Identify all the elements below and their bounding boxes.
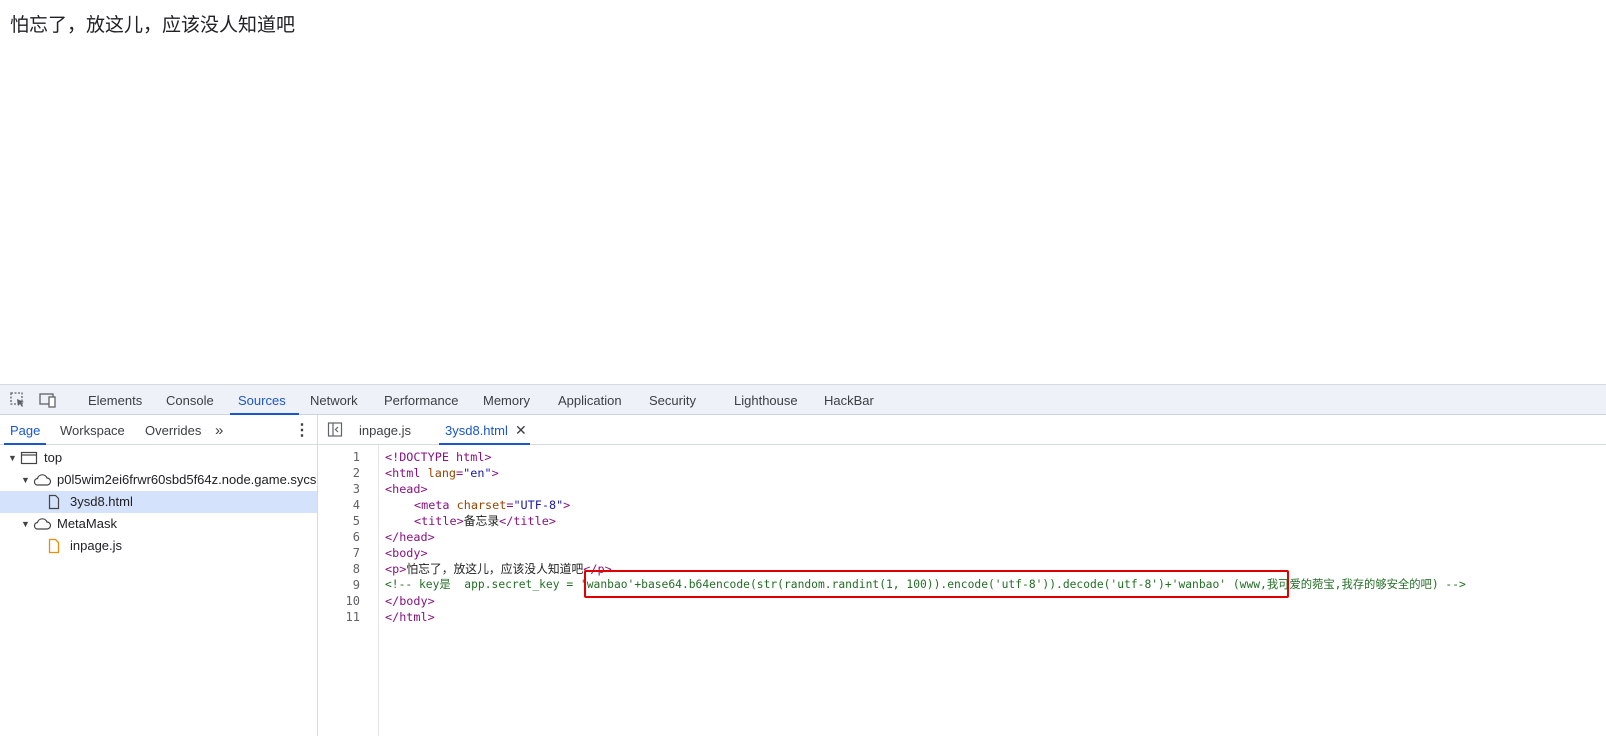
- tab-elements[interactable]: Elements: [88, 385, 142, 414]
- tab-network[interactable]: Network: [310, 385, 358, 414]
- code-line-1[interactable]: <!DOCTYPE html>: [385, 449, 492, 465]
- tab-overrides[interactable]: Overrides: [145, 415, 201, 444]
- cloud-icon: [32, 516, 52, 535]
- line-number: 2: [352, 466, 360, 480]
- code-line-11[interactable]: </html>: [385, 609, 435, 625]
- code-line-3[interactable]: <head>: [385, 481, 428, 497]
- navigator-tabs: Page Workspace Overrides » ⋮: [0, 415, 317, 445]
- devtools-toolbar: Elements Console Sources Network Perform…: [0, 385, 1606, 415]
- sources-navigator: Page Workspace Overrides » ⋮ ▼ top ▼ p0l…: [0, 415, 318, 736]
- editor-tab-3ysd8-html[interactable]: 3ysd8.html: [439, 415, 530, 445]
- tab-sources[interactable]: Sources: [230, 385, 299, 415]
- line-number: 6: [352, 530, 360, 544]
- code-line-2[interactable]: <html lang="en">: [385, 465, 499, 481]
- line-number: 4: [352, 498, 360, 512]
- tree-item-label: top: [44, 450, 63, 465]
- code-line-5[interactable]: <title>备忘录</title>: [414, 513, 556, 529]
- code-line-8[interactable]: <p>怕忘了，放这儿，应该没人知道吧</p>: [385, 561, 612, 577]
- tree-item-label: MetaMask: [57, 516, 117, 531]
- tree-item-label: inpage.js: [70, 538, 123, 553]
- more-options-icon[interactable]: ⋮: [294, 415, 310, 444]
- line-number: 8: [352, 562, 360, 576]
- line-number: 10: [345, 594, 360, 608]
- tab-performance[interactable]: Performance: [384, 385, 458, 414]
- tree-item-label: 3ysd8.html: [70, 494, 133, 509]
- tab-console[interactable]: Console: [166, 385, 214, 414]
- tab-memory[interactable]: Memory: [483, 385, 530, 414]
- line-number: 5: [352, 514, 360, 528]
- code-line-6[interactable]: </head>: [385, 529, 435, 545]
- red-highlight-annotation: [584, 570, 1289, 598]
- code-line-10[interactable]: </body>: [385, 593, 435, 609]
- device-toolbar-icon[interactable]: [38, 391, 56, 409]
- cloud-icon: [32, 472, 52, 491]
- more-tabs-chevron-icon[interactable]: »: [215, 415, 223, 444]
- expand-triangle-icon[interactable]: ▼: [8, 447, 17, 469]
- tab-application[interactable]: Application: [558, 385, 622, 414]
- tab-lighthouse[interactable]: Lighthouse: [734, 385, 798, 414]
- tree-item-metamask[interactable]: ▼ MetaMask: [0, 513, 317, 535]
- line-number: 11: [345, 610, 360, 624]
- expand-triangle-icon[interactable]: ▼: [21, 469, 30, 491]
- inspect-element-icon[interactable]: [9, 391, 27, 409]
- close-tab-icon[interactable]: ✕: [515, 415, 527, 444]
- toggle-navigator-icon[interactable]: [327, 415, 343, 444]
- devtools-panel: Elements Console Sources Network Perform…: [0, 384, 1606, 736]
- editor-tabs: inpage.js 3ysd8.html ✕: [318, 415, 1606, 445]
- editor-tab-inpage-js[interactable]: inpage.js: [359, 415, 411, 444]
- tab-workspace[interactable]: Workspace: [60, 415, 125, 444]
- tab-hackbar[interactable]: HackBar: [824, 385, 874, 414]
- code-line-7[interactable]: <body>: [385, 545, 428, 561]
- frame-icon: [20, 450, 38, 469]
- tab-security[interactable]: Security: [649, 385, 696, 414]
- line-number: 9: [352, 578, 360, 592]
- line-number: 1: [352, 450, 360, 464]
- line-number-gutter: 1 2 3 4 5 6 7 8 9 10 11: [318, 445, 379, 736]
- tree-item-inpage-js[interactable]: inpage.js: [0, 535, 317, 557]
- tab-page[interactable]: Page: [3, 415, 47, 445]
- code-line-4[interactable]: <meta charset="UTF-8">: [414, 497, 570, 513]
- line-number: 3: [352, 482, 360, 496]
- file-icon: [47, 494, 61, 513]
- expand-triangle-icon[interactable]: ▼: [21, 513, 30, 535]
- tree-item-3ysd8-html[interactable]: 3ysd8.html: [0, 491, 317, 513]
- js-file-icon: [47, 538, 61, 557]
- page-paragraph: 怕忘了，放这儿，应该没人知道吧: [10, 14, 296, 36]
- line-number: 7: [352, 546, 360, 560]
- tree-item-top[interactable]: ▼ top: [0, 447, 317, 469]
- tree-item-domain[interactable]: ▼ p0l5wim2ei6frwr60sbd5f64z.node.game.sy…: [0, 469, 317, 491]
- tree-item-label: p0l5wim2ei6frwr60sbd5f64z.node.game.sycs…: [57, 472, 317, 487]
